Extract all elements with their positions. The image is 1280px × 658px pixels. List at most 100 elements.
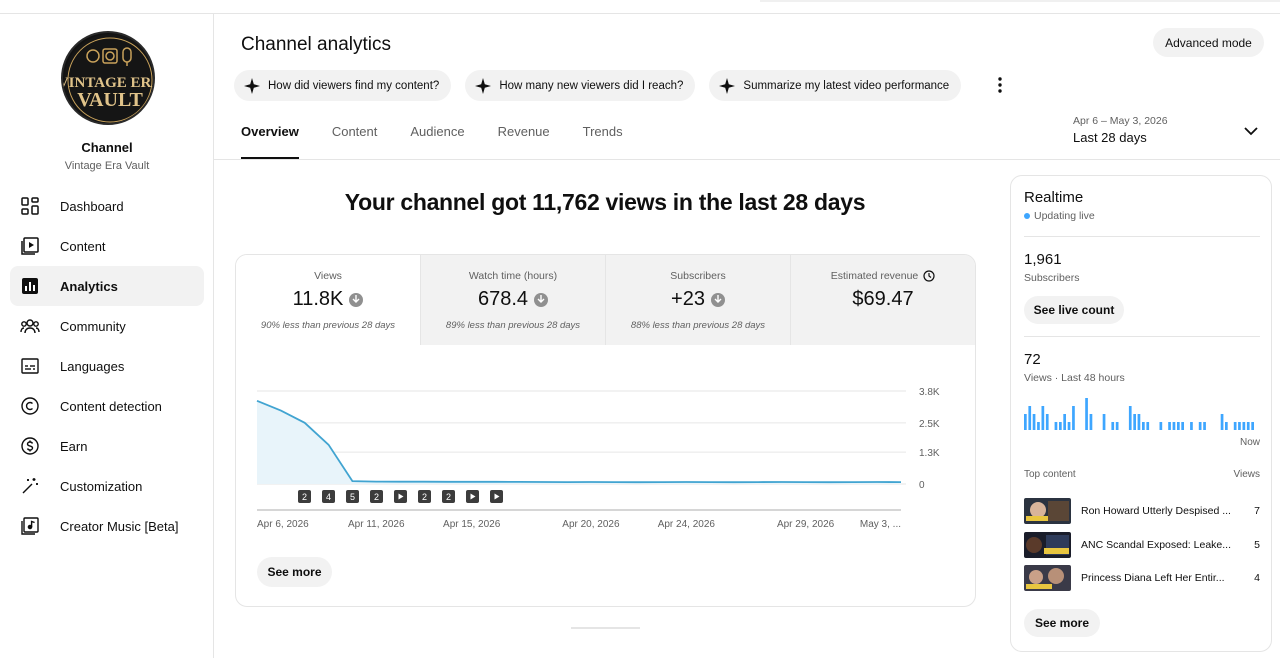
see-more-button[interactable]: See more xyxy=(257,557,332,587)
views-chart: 3.8K 2.5K 1.3K 0 2 4 5 2 2 2 Apr 6, 2026 Apr 11, 20… xyxy=(236,345,975,606)
sidebar: VINTAGE ERA VAULT Channel Vintage Era Va… xyxy=(0,14,214,658)
chip-viewers-find[interactable]: How did viewers find my content? xyxy=(234,70,452,101)
realtime-bar xyxy=(1181,422,1184,430)
realtime-status-text: Updating live xyxy=(1034,210,1095,222)
top-content-label: Top content xyxy=(1024,469,1076,480)
sidebar-item-customization[interactable]: Customization xyxy=(10,466,204,506)
realtime-see-more-button[interactable]: See more xyxy=(1024,609,1100,637)
top-content-row[interactable]: Princess Diana Left Her Entir... 4 xyxy=(1024,565,1260,591)
tab-trends[interactable]: Trends xyxy=(583,124,623,159)
realtime-bar xyxy=(1238,422,1241,430)
divider xyxy=(1024,236,1260,237)
realtime-bar xyxy=(1054,422,1058,430)
top-content-row[interactable]: ANC Scandal Exposed: Leake... 5 xyxy=(1024,532,1260,558)
realtime-bar xyxy=(1198,422,1202,430)
arrow-down-icon xyxy=(534,292,549,307)
overview-card: Views 11.8K 90% less than previous 28 da… xyxy=(235,254,976,607)
views-area xyxy=(257,400,901,484)
tab-content[interactable]: Content xyxy=(332,124,378,159)
realtime-bar xyxy=(1063,414,1066,430)
see-live-count-button[interactable]: See live count xyxy=(1024,296,1124,324)
upload-marker-count: 2 xyxy=(374,492,379,502)
sidebar-item-label: Analytics xyxy=(60,278,118,294)
upload-marker-count: 2 xyxy=(302,492,307,502)
realtime-bar xyxy=(1089,414,1093,430)
video-views: 7 xyxy=(1254,505,1260,517)
realtime-status: Updating live xyxy=(1024,210,1095,222)
metric-note: 89% less than previous 28 days xyxy=(445,320,581,331)
realtime-bar xyxy=(1159,422,1163,430)
realtime-bar-chart xyxy=(1024,398,1254,430)
advanced-mode-button[interactable]: Advanced mode xyxy=(1153,28,1264,57)
tab-overview[interactable]: Overview xyxy=(241,124,299,159)
community-icon xyxy=(20,316,40,336)
metric-revenue[interactable]: Estimated revenue $69.47 xyxy=(790,255,975,345)
logo-line2: VAULT xyxy=(77,89,143,111)
realtime-bar xyxy=(1246,422,1250,430)
realtime-bar xyxy=(1146,422,1150,430)
video-title: Ron Howard Utterly Despised ... xyxy=(1081,505,1231,517)
chip-summarize[interactable]: Summarize my latest video performance xyxy=(709,70,962,101)
x-tick-label: Apr 15, 2026 xyxy=(443,519,501,530)
suggestion-chips: How did viewers find my content? How man… xyxy=(234,70,962,101)
realtime-bar xyxy=(1133,414,1136,430)
subscriber-label: Subscribers xyxy=(1024,272,1080,284)
sidebar-item-languages[interactable]: Languages xyxy=(10,346,204,386)
upload-marker-count: 2 xyxy=(446,492,451,502)
y-tick-label: 0 xyxy=(919,480,925,491)
more-options-icon[interactable] xyxy=(990,74,1010,96)
top-content-row[interactable]: Ron Howard Utterly Despised ... 7 xyxy=(1024,498,1260,524)
metric-watch-time[interactable]: Watch time (hours) 678.4 89% less than p… xyxy=(420,255,605,345)
sidebar-item-analytics[interactable]: Analytics xyxy=(10,266,204,306)
sparkle-icon xyxy=(719,77,736,94)
sidebar-item-label: Earn xyxy=(60,438,88,454)
sidebar-item-dashboard[interactable]: Dashboard xyxy=(10,186,204,226)
x-tick-label: Apr 24, 2026 xyxy=(658,519,716,530)
realtime-bar xyxy=(1059,422,1062,430)
metric-label: Subscribers xyxy=(670,270,726,282)
chip-label: How many new viewers did I reach? xyxy=(499,79,684,92)
y-tick-label: 2.5K xyxy=(919,419,940,430)
sidebar-item-content-detection[interactable]: Content detection xyxy=(10,386,204,426)
sidebar-item-label: Content xyxy=(60,238,106,254)
video-views: 5 xyxy=(1254,539,1260,551)
music-icon xyxy=(20,516,40,536)
realtime-bar xyxy=(1102,414,1106,430)
metric-note: 90% less than previous 28 days xyxy=(260,320,396,331)
date-range[interactable]: Apr 6 – May 3, 2026 xyxy=(1073,115,1168,127)
sidebar-item-earn[interactable]: Earn xyxy=(10,426,204,466)
channel-avatar[interactable]: VINTAGE ERA VAULT xyxy=(61,31,155,125)
chevron-down-icon[interactable] xyxy=(1243,123,1259,144)
sidebar-item-creator-music[interactable]: Creator Music [Beta] xyxy=(10,506,204,546)
metric-subscribers[interactable]: Subscribers +23 88% less than previous 2… xyxy=(605,255,790,345)
realtime-bar xyxy=(1203,422,1206,430)
realtime-bar xyxy=(1085,398,1088,430)
metric-views[interactable]: Views 11.8K 90% less than previous 28 da… xyxy=(236,255,420,345)
realtime-bar xyxy=(1190,422,1193,430)
realtime-card: Realtime Updating live 1,961 Subscribers… xyxy=(1010,175,1272,652)
metric-label: Estimated revenue xyxy=(830,270,919,282)
realtime-bar xyxy=(1067,422,1071,430)
sidebar-item-label: Languages xyxy=(60,358,125,374)
video-thumbnail xyxy=(1024,565,1071,591)
views-line xyxy=(256,399,902,484)
realtime-bar xyxy=(1177,422,1180,430)
metric-tabs: Views 11.8K 90% less than previous 28 da… xyxy=(236,255,975,345)
copyright-icon xyxy=(20,396,40,416)
realtime-bar xyxy=(1225,422,1228,430)
scroll-indicator xyxy=(571,627,640,629)
y-tick-label: 3.8K xyxy=(919,387,940,398)
sidebar-item-community[interactable]: Community xyxy=(10,306,204,346)
date-range-label[interactable]: Last 28 days xyxy=(1073,130,1147,145)
chip-new-viewers[interactable]: How many new viewers did I reach? xyxy=(465,70,696,101)
realtime-title: Realtime xyxy=(1024,189,1084,206)
realtime-bar xyxy=(1168,422,1171,430)
sidebar-item-label: Dashboard xyxy=(60,198,124,214)
tab-audience[interactable]: Audience xyxy=(410,124,464,159)
top-edge xyxy=(0,0,1280,14)
sidebar-item-content[interactable]: Content xyxy=(10,226,204,266)
sidebar-item-label: Creator Music [Beta] xyxy=(60,518,179,534)
views-column-label: Views xyxy=(1233,469,1261,480)
metric-label: Views xyxy=(314,270,342,282)
tab-revenue[interactable]: Revenue xyxy=(498,124,550,159)
